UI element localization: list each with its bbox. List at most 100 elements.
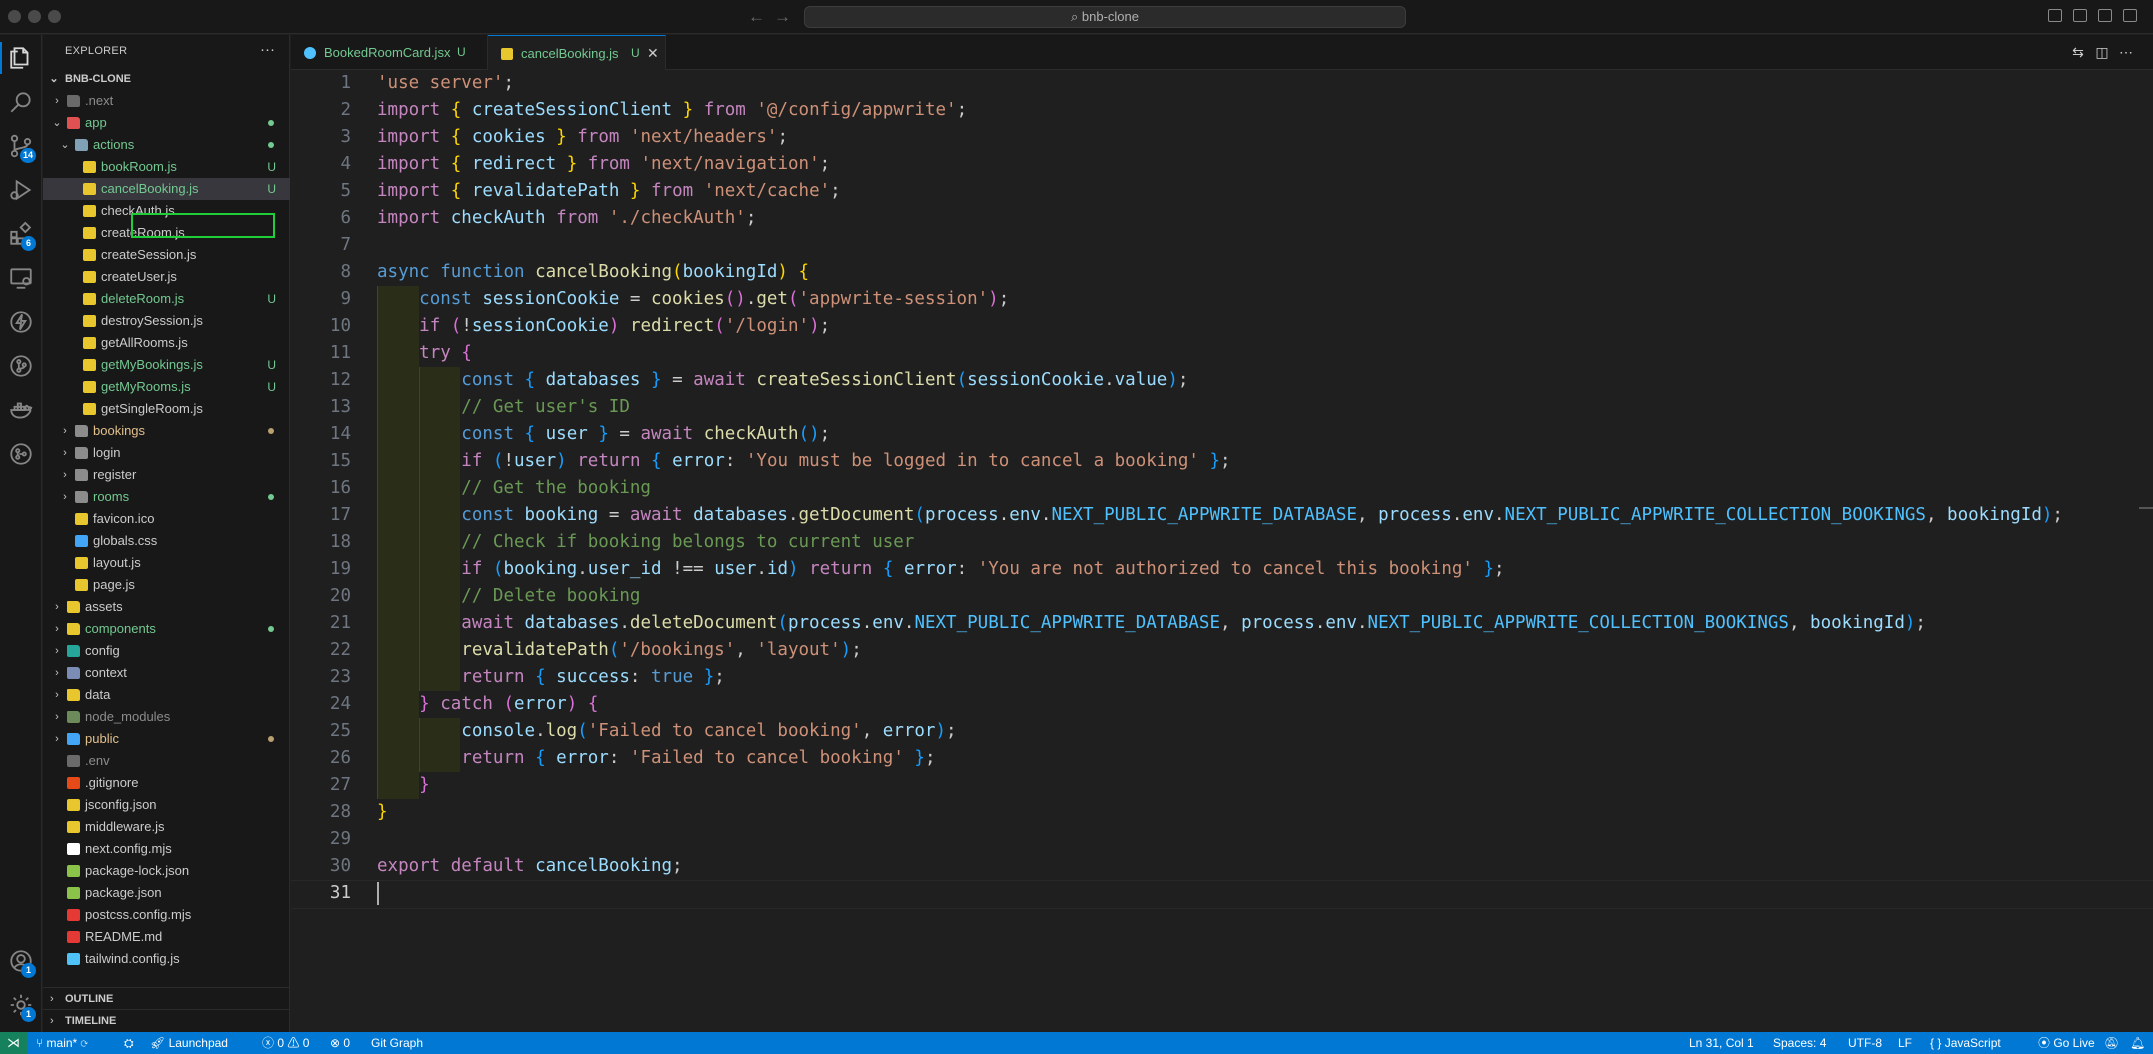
code-line[interactable] [377, 232, 2137, 259]
tree-folder[interactable]: › bookings [43, 420, 290, 442]
code-line[interactable]: if (booking.user_id !== user.id) return … [377, 556, 2137, 583]
code-line[interactable]: } [377, 772, 2137, 799]
tree-file[interactable]: page.js [43, 574, 290, 596]
code-line[interactable]: await databases.deleteDocument(process.e… [377, 610, 2137, 637]
code-line[interactable]: import { createSessionClient } from '@/c… [377, 97, 2137, 124]
encoding-status[interactable]: UTF-8 [1848, 1032, 1882, 1054]
open-changes-icon[interactable]: ⇆ [2070, 44, 2086, 60]
more-actions-icon[interactable]: ⋯ [2118, 44, 2134, 60]
language-mode[interactable]: { } JavaScript [1930, 1032, 2001, 1054]
launchpad-button[interactable]: 🚀︎ Launchpad [150, 1032, 228, 1054]
tab-bookedroomcard[interactable]: BookedRoomCard.jsx U [291, 35, 488, 70]
minimize-window-button[interactable] [28, 10, 41, 23]
back-arrow-icon[interactable]: ← [748, 7, 765, 27]
code-line[interactable]: const booking = await databases.getDocum… [377, 502, 2137, 529]
tree-folder[interactable]: › .next [43, 90, 290, 112]
extensions-icon[interactable]: 6 [0, 212, 42, 256]
close-tab-icon[interactable]: ✕ [647, 36, 659, 71]
code-line[interactable]: return { error: 'Failed to cancel bookin… [377, 745, 2137, 772]
accounts-icon[interactable]: 1 [0, 939, 42, 983]
tree-file[interactable]: postcss.config.mjs [43, 904, 290, 926]
remote-explorer-icon[interactable] [0, 256, 42, 300]
eol-status[interactable]: LF [1898, 1032, 1912, 1054]
more-actions-icon[interactable]: ··· [260, 35, 275, 65]
code-line[interactable]: async function cancelBooking(bookingId) … [377, 259, 2137, 286]
toggle-primary-sidebar-icon[interactable] [2048, 9, 2062, 22]
tree-file[interactable]: cancelBooking.js U [43, 178, 290, 200]
tree-file[interactable]: getMyRooms.js U [43, 376, 290, 398]
code-line[interactable]: return { success: true }; [377, 664, 2137, 691]
search-view-icon[interactable] [0, 80, 42, 124]
tree-folder[interactable]: › register [43, 464, 290, 486]
tree-file[interactable]: destroySession.js [43, 310, 290, 332]
gitlens-icon[interactable] [0, 432, 42, 476]
split-editor-icon[interactable]: ◫ [2094, 44, 2110, 60]
code-line[interactable]: 'use server'; [377, 70, 2137, 97]
code-line[interactable]: const { user } = await checkAuth(); [377, 421, 2137, 448]
tree-file[interactable]: createSession.js [43, 244, 290, 266]
forward-arrow-icon[interactable]: → [774, 7, 791, 27]
tree-file[interactable]: next.config.mjs [43, 838, 290, 860]
code-line[interactable]: const { databases } = await createSessio… [377, 367, 2137, 394]
code-line[interactable] [291, 880, 2153, 909]
tree-file[interactable]: favicon.ico [43, 508, 290, 530]
explorer-icon[interactable] [0, 36, 42, 80]
code-line[interactable]: console.log('Failed to cancel booking', … [377, 718, 2137, 745]
tree-file[interactable]: layout.js [43, 552, 290, 574]
customize-layout-icon[interactable] [2123, 9, 2137, 22]
tree-folder[interactable]: ⌄ actions [43, 134, 290, 156]
tree-folder[interactable]: › context [43, 662, 290, 684]
maximize-window-button[interactable] [48, 10, 61, 23]
code-content[interactable]: 'use server'; import { createSessionClien… [291, 70, 2153, 909]
tree-file[interactable]: tailwind.config.js [43, 948, 290, 970]
tree-folder[interactable]: › public [43, 728, 290, 750]
timeline-section-header[interactable]: › TIMELINE [43, 1009, 290, 1031]
tree-folder[interactable]: › data [43, 684, 290, 706]
code-line[interactable]: if (!sessionCookie) redirect('/login'); [377, 313, 2137, 340]
tree-folder[interactable]: ⌄ app [43, 112, 290, 134]
tree-file[interactable]: getAllRooms.js [43, 332, 290, 354]
project-root-header[interactable]: ⌄ BNB-CLONE [43, 68, 290, 90]
tree-file[interactable]: README.md [43, 926, 290, 948]
docker-icon[interactable] [0, 388, 42, 432]
tree-file[interactable]: createUser.js [43, 266, 290, 288]
tree-file[interactable]: deleteRoom.js U [43, 288, 290, 310]
tree-file[interactable]: .env [43, 750, 290, 772]
settings-gear-icon[interactable]: 1 [0, 983, 42, 1027]
tree-folder[interactable]: › login [43, 442, 290, 464]
code-line[interactable] [377, 826, 2137, 853]
outline-section-header[interactable]: › OUTLINE [43, 987, 290, 1009]
command-center-search[interactable]: ⌕ bnb-clone [804, 6, 1406, 28]
ports-status[interactable]: ⊗ 0 [330, 1032, 350, 1054]
code-line[interactable]: if (!user) return { error: 'You must be … [377, 448, 2137, 475]
toggle-panel-icon[interactable] [2073, 9, 2087, 22]
problems-status[interactable]: ⓧ 0 ⚠ 0 [262, 1032, 309, 1054]
tree-folder[interactable]: › components [43, 618, 290, 640]
cursor-position[interactable]: Ln 31, Col 1 [1689, 1032, 1754, 1054]
close-window-button[interactable] [8, 10, 21, 23]
code-line[interactable]: // Get the booking [377, 475, 2137, 502]
run-debug-icon[interactable] [0, 168, 42, 212]
code-line[interactable]: // Delete booking [377, 583, 2137, 610]
code-line[interactable]: // Get user's ID [377, 394, 2137, 421]
tree-file[interactable]: package.json [43, 882, 290, 904]
code-line[interactable]: import { revalidatePath } from 'next/cac… [377, 178, 2137, 205]
code-line[interactable]: import checkAuth from './checkAuth'; [377, 205, 2137, 232]
tree-folder[interactable]: › config [43, 640, 290, 662]
publish-icon[interactable]: ⛭ [124, 1032, 134, 1054]
tree-file[interactable]: package-lock.json [43, 860, 290, 882]
indentation-status[interactable]: Spaces: 4 [1773, 1032, 1826, 1054]
code-line[interactable]: } [377, 799, 2137, 826]
thunder-client-icon[interactable] [0, 300, 42, 344]
branch-status[interactable]: ⑂ main* ⟳ [36, 1032, 88, 1054]
tree-file[interactable]: globals.css [43, 530, 290, 552]
remote-indicator-icon[interactable]: ⋊ [0, 1032, 27, 1054]
code-line[interactable]: import { redirect } from 'next/navigatio… [377, 151, 2137, 178]
tree-file[interactable]: bookRoom.js U [43, 156, 290, 178]
tree-file[interactable]: getMyBookings.js U [43, 354, 290, 376]
tree-file[interactable]: .gitignore [43, 772, 290, 794]
code-line[interactable]: revalidatePath('/bookings', 'layout'); [377, 637, 2137, 664]
code-line[interactable]: import { cookies } from 'next/headers'; [377, 124, 2137, 151]
code-editor[interactable]: 1 2 3 4 5 6 7 8 9 10 11 12 13 14 15 16 17 18 19 20 21 22 23 24 2… [291, 70, 2153, 1032]
code-line[interactable]: const sessionCookie = cookies().get('app… [377, 286, 2137, 313]
